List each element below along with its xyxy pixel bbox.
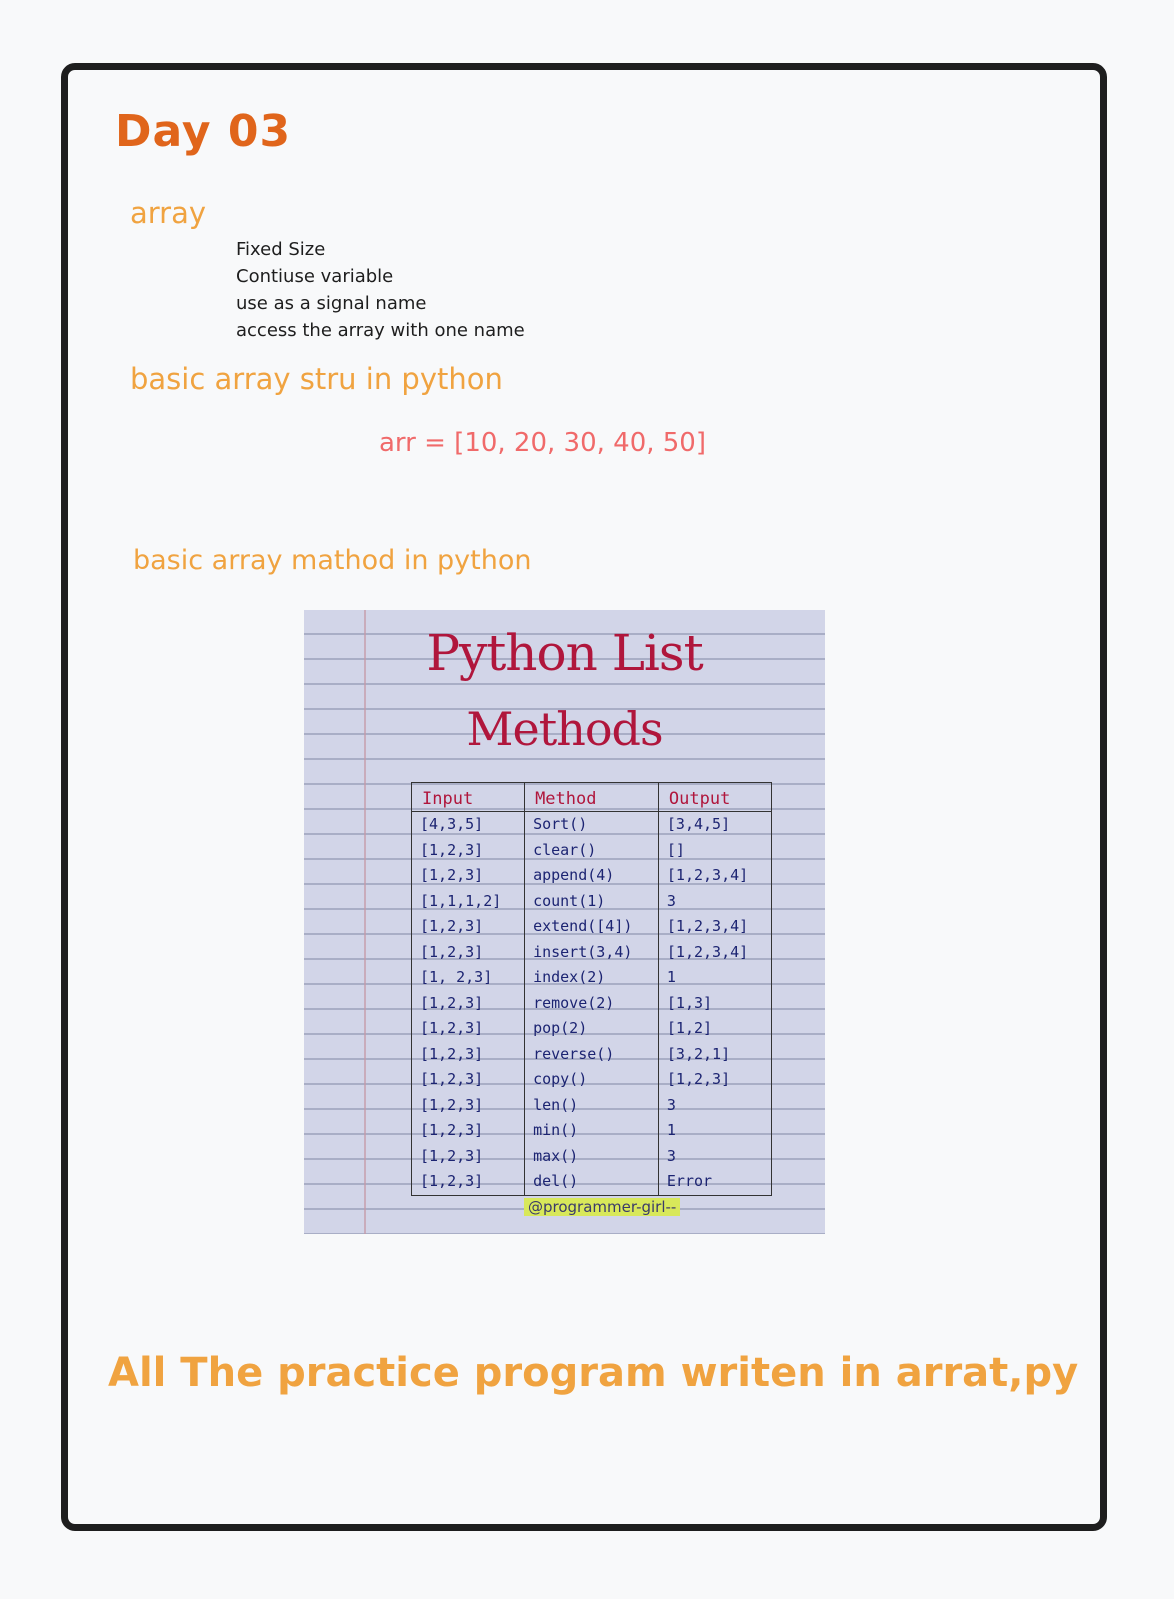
table-row: [4,3,5] Sort() [3,4,5]: [410, 811, 773, 838]
array-point: use as a signal name: [236, 293, 427, 314]
table-row: [1,2,3] remove(2) [1,3]: [410, 990, 773, 1016]
cell-method: extend([4]): [524, 914, 659, 940]
cell-method: del(): [524, 1169, 659, 1195]
cell-output: [3,4,5]: [657, 811, 773, 838]
table-row: [1,2,3] insert(3,4) [1,2,3,4]: [410, 939, 773, 965]
cell-input: [1,2,3]: [410, 1016, 526, 1042]
cell-method: append(4): [524, 863, 659, 889]
cell-output: 3: [657, 1143, 773, 1169]
array-point: Contiuse variable: [236, 266, 394, 287]
array-points-list: Fixed Size Contiuse variable use as a si…: [236, 236, 525, 344]
cell-input: [1,2,3]: [410, 1092, 526, 1118]
notebook-title-line2: Methods: [466, 702, 663, 756]
table-row: [1,2,3] extend([4]) [1,2,3,4]: [410, 914, 773, 940]
cell-method: clear(): [524, 837, 659, 863]
cell-method: index(2): [524, 965, 659, 991]
cell-input: [1,2,3]: [410, 1067, 526, 1093]
cell-input: [1,2,3]: [410, 914, 526, 940]
watermark-handle: @programmer-girl--: [524, 1198, 681, 1216]
cell-output: []: [657, 837, 773, 863]
cell-output: [1,2,3,4]: [657, 863, 773, 889]
cell-method: count(1): [524, 888, 659, 914]
column-header-method: Method: [524, 782, 659, 812]
array-heading: array: [130, 196, 207, 230]
table-row: [1,2,3] reverse() [3,2,1]: [410, 1041, 773, 1067]
table-header-row: Input Method Output: [410, 782, 773, 812]
table-row: [1,2,3] copy() [1,2,3]: [410, 1067, 773, 1093]
cell-output: 3: [657, 1092, 773, 1118]
column-header-output: Output: [657, 782, 773, 812]
cell-output: [1,2,3]: [657, 1067, 773, 1093]
cell-output: [1,2]: [657, 1016, 773, 1042]
method-heading: basic array mathod in python: [133, 545, 532, 576]
cell-input: [1,2,3]: [410, 1041, 526, 1067]
python-list-methods-image: Python List Methods Input Method Output …: [304, 610, 825, 1234]
cell-input: [1,2,3]: [410, 990, 526, 1016]
footer-note: All The practice program writen in arrat…: [108, 1350, 1079, 1396]
cell-input: [1,1,1,2]: [410, 888, 526, 914]
cell-method: reverse(): [524, 1041, 659, 1067]
table-row: [1,2,3] append(4) [1,2,3,4]: [410, 863, 773, 889]
cell-method: copy(): [524, 1067, 659, 1093]
code-example: arr = [10, 20, 30, 40, 50]: [379, 428, 706, 458]
table-row: [1,2,3] del() Error: [410, 1169, 773, 1195]
cell-method: max(): [524, 1143, 659, 1169]
table-row: [1, 2,3] index(2) 1: [410, 965, 773, 991]
cell-input: [1,2,3]: [410, 1169, 526, 1195]
cell-input: [1,2,3]: [410, 1143, 526, 1169]
cell-input: [1,2,3]: [410, 1118, 526, 1144]
cell-input: [1,2,3]: [410, 837, 526, 863]
cell-input: [1,2,3]: [410, 939, 526, 965]
column-header-input: Input: [410, 782, 526, 812]
table-row: [1,2,3] len() 3: [410, 1092, 773, 1118]
cell-method: insert(3,4): [524, 939, 659, 965]
cell-method: min(): [524, 1118, 659, 1144]
cell-input: [4,3,5]: [410, 811, 526, 838]
array-point: Fixed Size: [236, 239, 326, 260]
page-title: Day 03: [115, 106, 292, 157]
cell-method: len(): [524, 1092, 659, 1118]
cell-output: [1,2,3,4]: [657, 914, 773, 940]
cell-input: [1, 2,3]: [410, 965, 526, 991]
cell-method: pop(2): [524, 1016, 659, 1042]
cell-output: 1: [657, 965, 773, 991]
cell-output: [1,3]: [657, 990, 773, 1016]
array-point: access the array with one name: [236, 320, 525, 341]
table-row: [1,2,3] max() 3: [410, 1143, 773, 1169]
notebook-title-line1: Python List: [426, 624, 703, 682]
table-row: [1,2,3] pop(2) [1,2]: [410, 1016, 773, 1042]
table-row: [1,2,3] clear() []: [410, 837, 773, 863]
table-row: [1,2,3] min() 1: [410, 1118, 773, 1144]
cell-output: Error: [657, 1169, 773, 1195]
cell-output: 1: [657, 1118, 773, 1144]
cell-output: 3: [657, 888, 773, 914]
cell-method: Sort(): [524, 811, 659, 838]
cell-output: [1,2,3,4]: [657, 939, 773, 965]
structure-heading: basic array stru in python: [130, 362, 503, 396]
cell-output: [3,2,1]: [657, 1041, 773, 1067]
methods-table: Input Method Output [4,3,5] Sort() [3,4,…: [410, 782, 773, 1196]
table-row: [1,1,1,2] count(1) 3: [410, 888, 773, 914]
cell-method: remove(2): [524, 990, 659, 1016]
cell-input: [1,2,3]: [410, 863, 526, 889]
